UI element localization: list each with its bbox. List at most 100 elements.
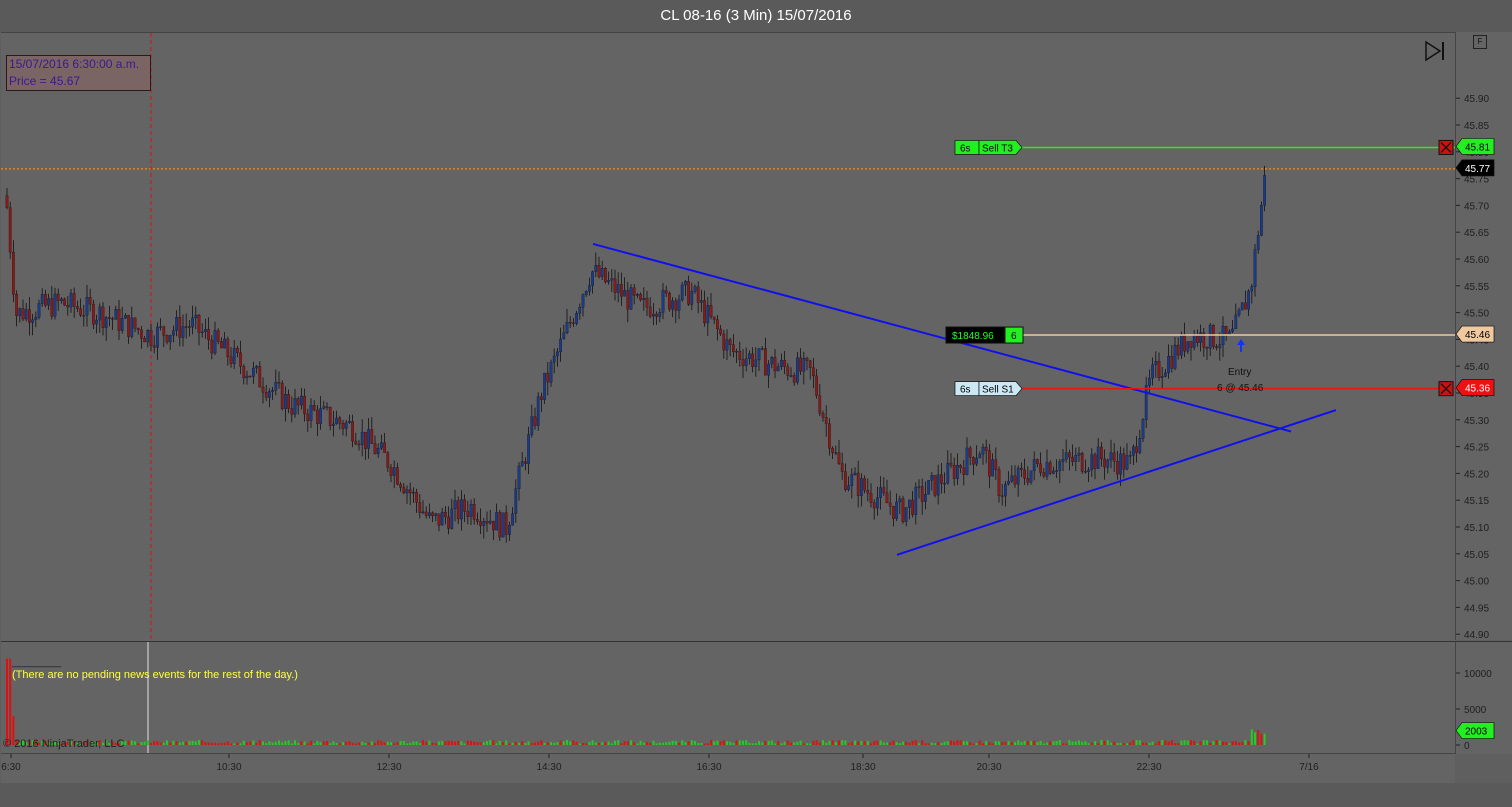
volume-bar (799, 740, 802, 745)
price-axis[interactable]: 45.9045.8545.8045.7545.7045.6545.6045.55… (1455, 32, 1512, 641)
candle-body (229, 356, 233, 364)
volume-panel[interactable] (1, 641, 1455, 754)
volume-bar (700, 742, 703, 745)
candle-body (741, 359, 745, 366)
candle-body (1157, 361, 1161, 378)
candle-body (1080, 453, 1084, 472)
volume-bar (623, 741, 626, 745)
volume-bar (1212, 740, 1215, 745)
candle-body (248, 375, 252, 378)
price-tick-label: 45.55 (1464, 282, 1489, 293)
volume-bar (143, 741, 146, 745)
volume-bar (569, 741, 572, 745)
volume-bar (572, 740, 575, 745)
volume-bar (559, 740, 562, 745)
close-target-icon[interactable] (1438, 139, 1454, 155)
time-tick-label: 14:30 (536, 762, 561, 773)
price-tick-label: 45.05 (1464, 550, 1489, 561)
price-panel[interactable]: 6s Sell T3 6s Sell S1 $1848.96 6 Entry 6 @ 45.4… (1, 32, 1455, 641)
volume-bar (1106, 740, 1109, 745)
candle-body (911, 499, 914, 515)
volume-bar (754, 743, 757, 745)
volume-bar (294, 740, 296, 745)
volume-bar (473, 741, 476, 745)
volume-bar (575, 741, 578, 745)
candle-body (1029, 470, 1033, 483)
candle-body (79, 308, 82, 316)
candle-body (924, 494, 927, 502)
volume-bar (370, 741, 373, 745)
candle-body (664, 290, 668, 294)
candle-body (728, 339, 732, 345)
candle-body (280, 382, 284, 409)
candle-body (440, 511, 444, 526)
candle-body (1020, 467, 1023, 470)
candle-body (684, 281, 687, 286)
candle-body (693, 286, 697, 292)
volume-bar (1042, 743, 1045, 745)
candle-body (463, 499, 466, 512)
volume-bar (1209, 743, 1212, 745)
volume-bar (1164, 740, 1167, 745)
volume-bar (210, 742, 213, 745)
volume-bar (751, 743, 754, 745)
candle-body (562, 332, 566, 340)
skip-to-end-icon[interactable] (1424, 40, 1446, 62)
candle-body (402, 487, 406, 494)
volume-bar (284, 741, 287, 745)
candle-body (373, 443, 377, 454)
volume-bar (1129, 742, 1132, 745)
volume-bar (617, 740, 620, 745)
candle-body (805, 358, 809, 361)
lower-trendline (896, 409, 1337, 556)
candle-body (492, 520, 495, 531)
volume-bar (1122, 743, 1125, 745)
candle-body (757, 348, 761, 361)
candle-body (991, 459, 994, 477)
candle-body (514, 488, 518, 514)
volume-bar (636, 743, 639, 745)
volume-bar (434, 743, 437, 745)
price-tick-label: 45.70 (1464, 201, 1489, 212)
time-axis[interactable]: 6:30 10:30 12:30 14:30 16:30 18:30 20:30 22:30 7… (1, 753, 1455, 784)
candle-body (1263, 175, 1266, 206)
price-chart-svg[interactable]: 6s Sell T3 6s Sell S1 $1848.96 6 Entry 6 @ 45.4… (1, 33, 1455, 641)
candle-body (63, 298, 66, 306)
time-tick-label: 6:30 (1, 762, 21, 773)
candle-body (828, 423, 831, 449)
candle-body (1106, 459, 1110, 468)
position-price-tag: 45.46 (1455, 325, 1495, 343)
candle-body (341, 423, 345, 429)
volume-bar (1062, 743, 1064, 745)
volume-bar (722, 740, 725, 745)
volume-bar (1090, 742, 1093, 745)
candle-body (367, 429, 370, 449)
volume-bar (156, 740, 159, 745)
volume-bar (326, 741, 328, 745)
candle-body (706, 305, 710, 324)
volume-bar (1138, 740, 1141, 745)
volume-bar (1174, 743, 1176, 745)
volume-bar (687, 741, 690, 745)
candle-body (498, 512, 502, 538)
candle-body (328, 407, 332, 426)
volume-bar (402, 740, 405, 745)
volume-bar (233, 743, 236, 745)
volume-bar (934, 743, 936, 745)
volume-bar (322, 741, 325, 745)
f-button[interactable]: F (1473, 35, 1487, 49)
volume-bar (1110, 742, 1112, 745)
volume-bar (873, 740, 876, 745)
candle-body (354, 440, 358, 445)
volume-bar (966, 741, 968, 745)
volume-bar (204, 742, 207, 745)
candle-body (1064, 452, 1068, 460)
candle-body (575, 312, 578, 324)
close-stop-icon[interactable] (1438, 381, 1454, 397)
candle-body (197, 314, 201, 333)
volume-tick-label: 10000 (1464, 669, 1492, 680)
volume-bar (524, 742, 527, 745)
candle-body (405, 489, 409, 494)
stop-price-tag-text: 45.36 (1465, 384, 1490, 395)
volume-bar (1071, 741, 1074, 745)
